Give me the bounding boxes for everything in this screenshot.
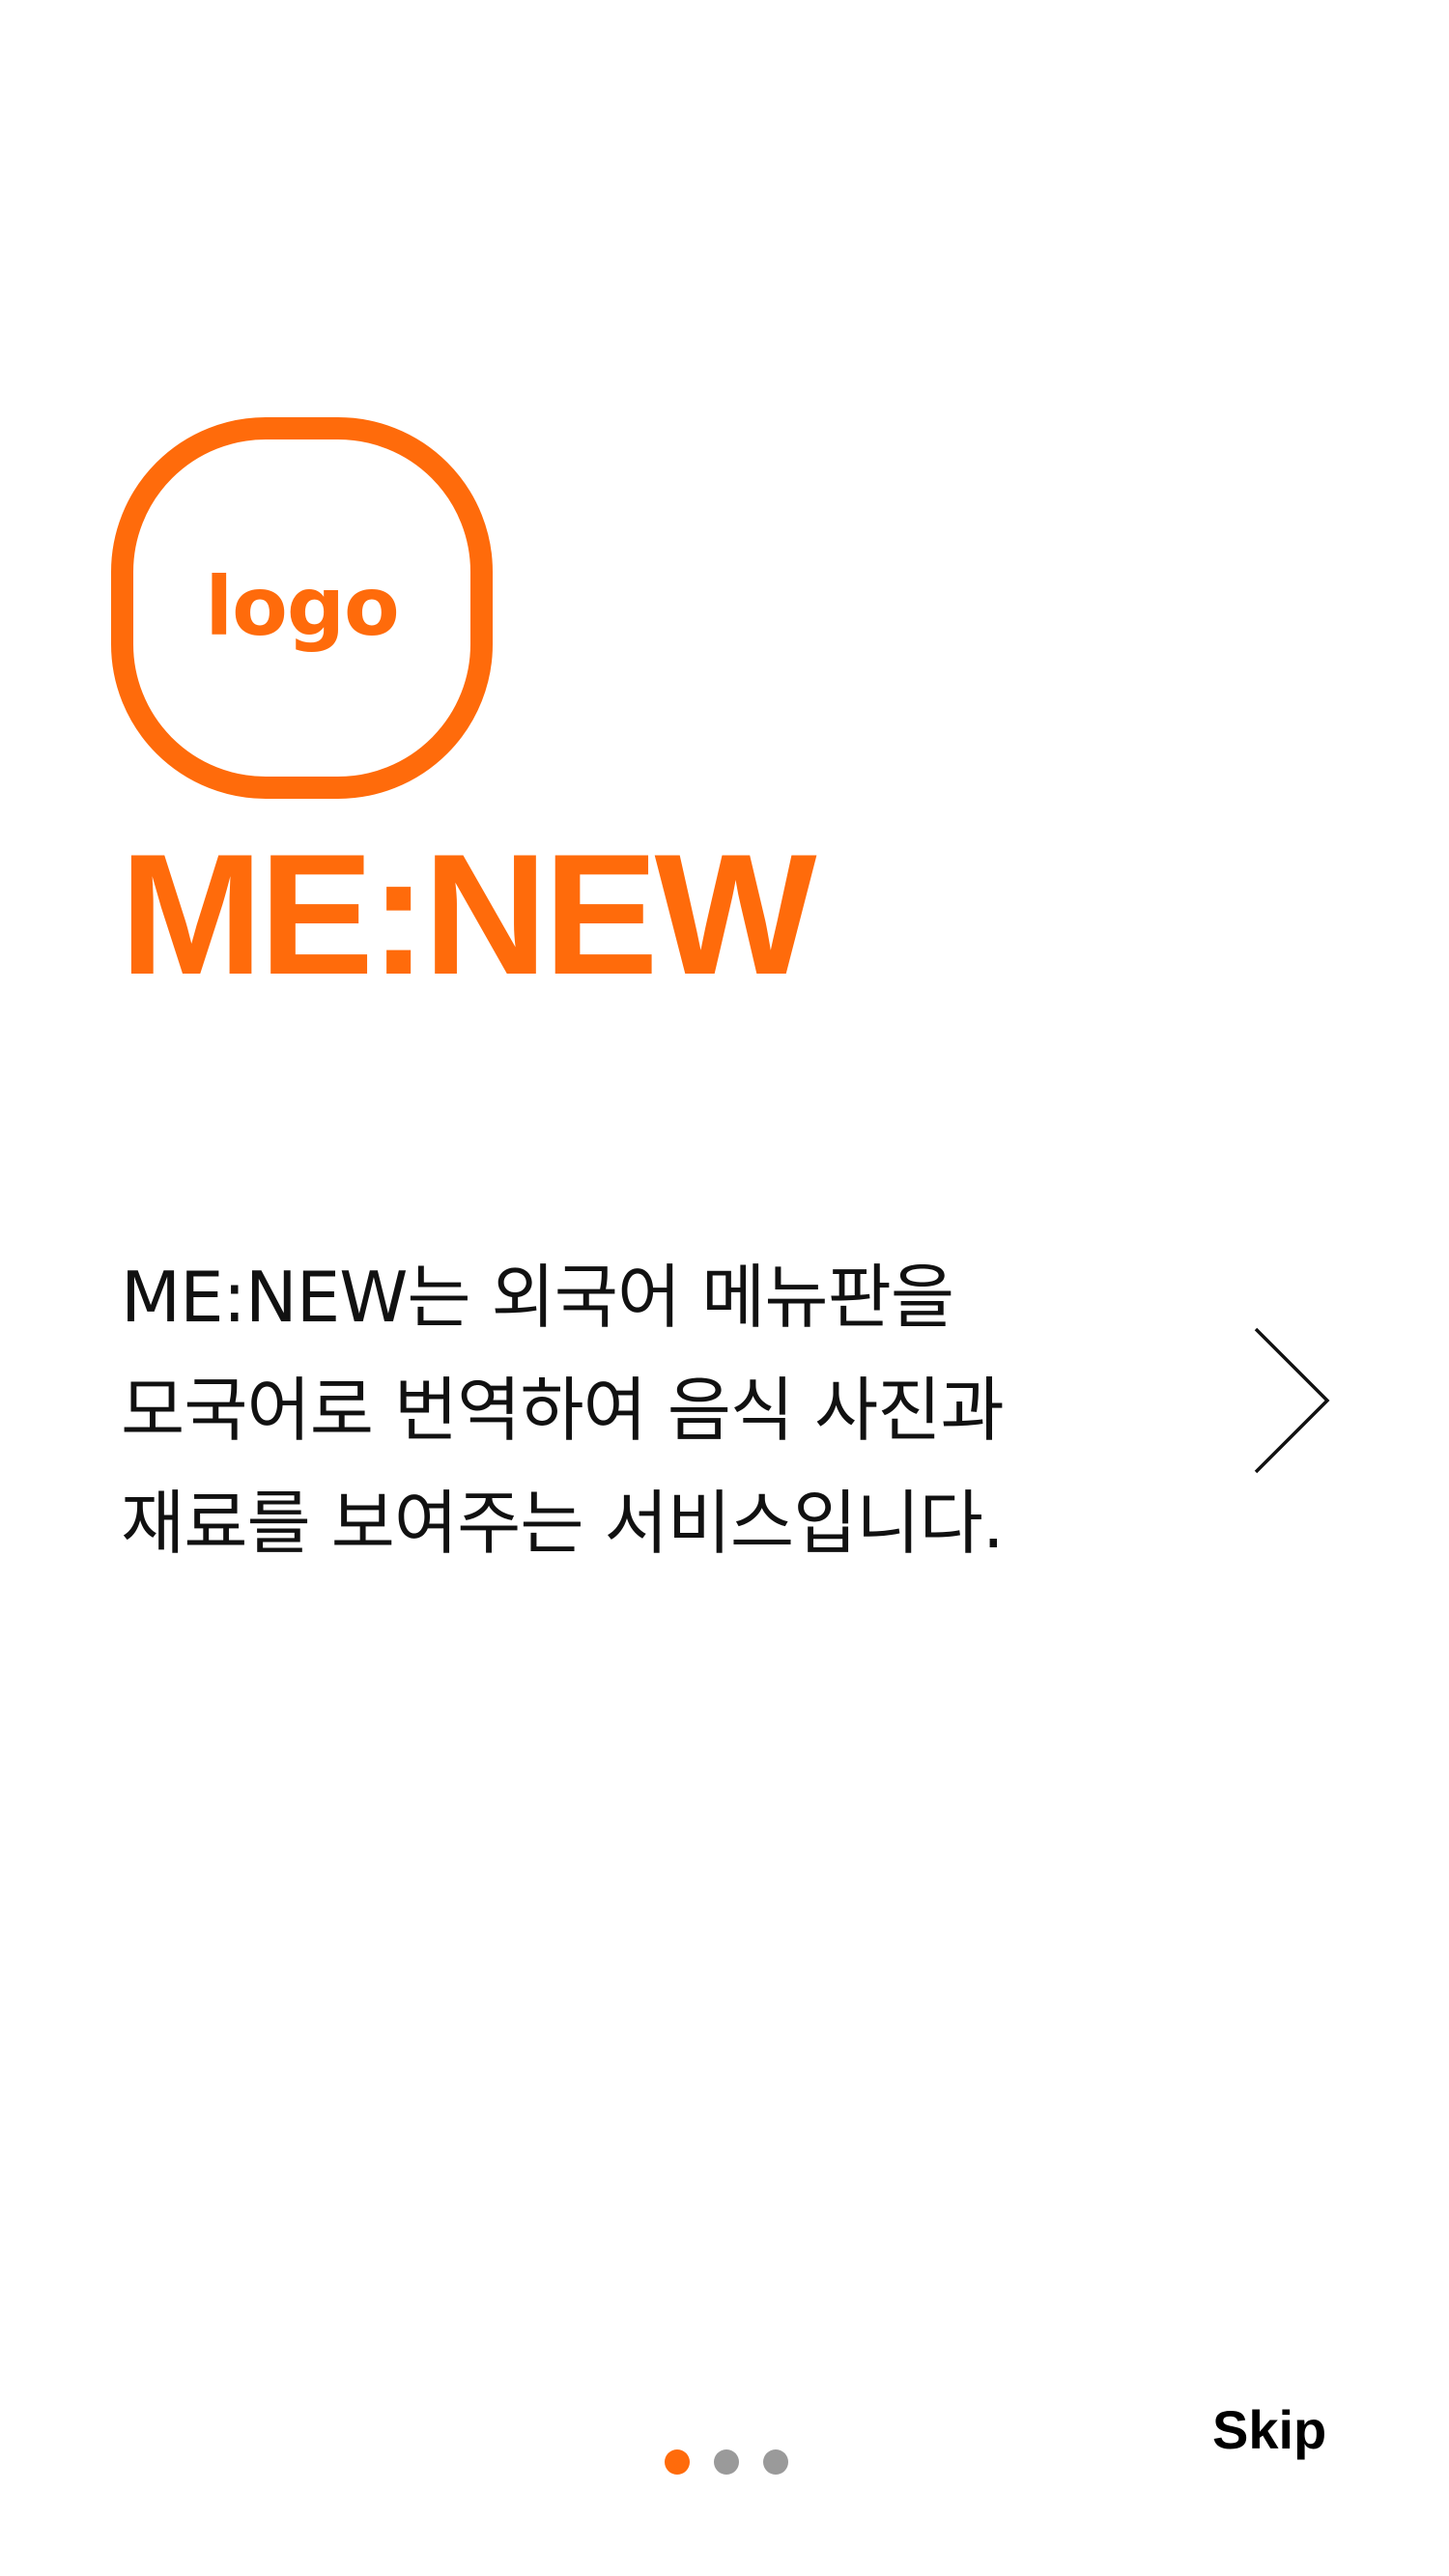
description-line-1: ME:NEW는 외국어 메뉴판을 (121, 1257, 954, 1338)
description-line-2: 모국어로 번역하여 음식 사진과 (121, 1370, 1005, 1451)
onboarding-description: ME:NEW는 외국어 메뉴판을 모국어로 번역하여 음식 사진과 재료를 보여… (121, 1241, 1164, 1580)
logo-badge: logo (111, 417, 493, 799)
page-dot-1[interactable] (665, 2449, 690, 2475)
logo-text: logo (205, 558, 399, 654)
page-indicator (665, 2449, 788, 2475)
next-page-button[interactable] (1246, 1323, 1333, 1478)
skip-button[interactable]: Skip (1212, 2403, 1326, 2457)
chevron-right-icon (1254, 1327, 1330, 1474)
page-dot-3[interactable] (763, 2449, 788, 2475)
app-name-title: ME:NEW (120, 818, 817, 1010)
page-dot-2[interactable] (714, 2449, 739, 2475)
description-line-3: 재료를 보여주는 서비스입니다. (121, 1483, 1005, 1564)
